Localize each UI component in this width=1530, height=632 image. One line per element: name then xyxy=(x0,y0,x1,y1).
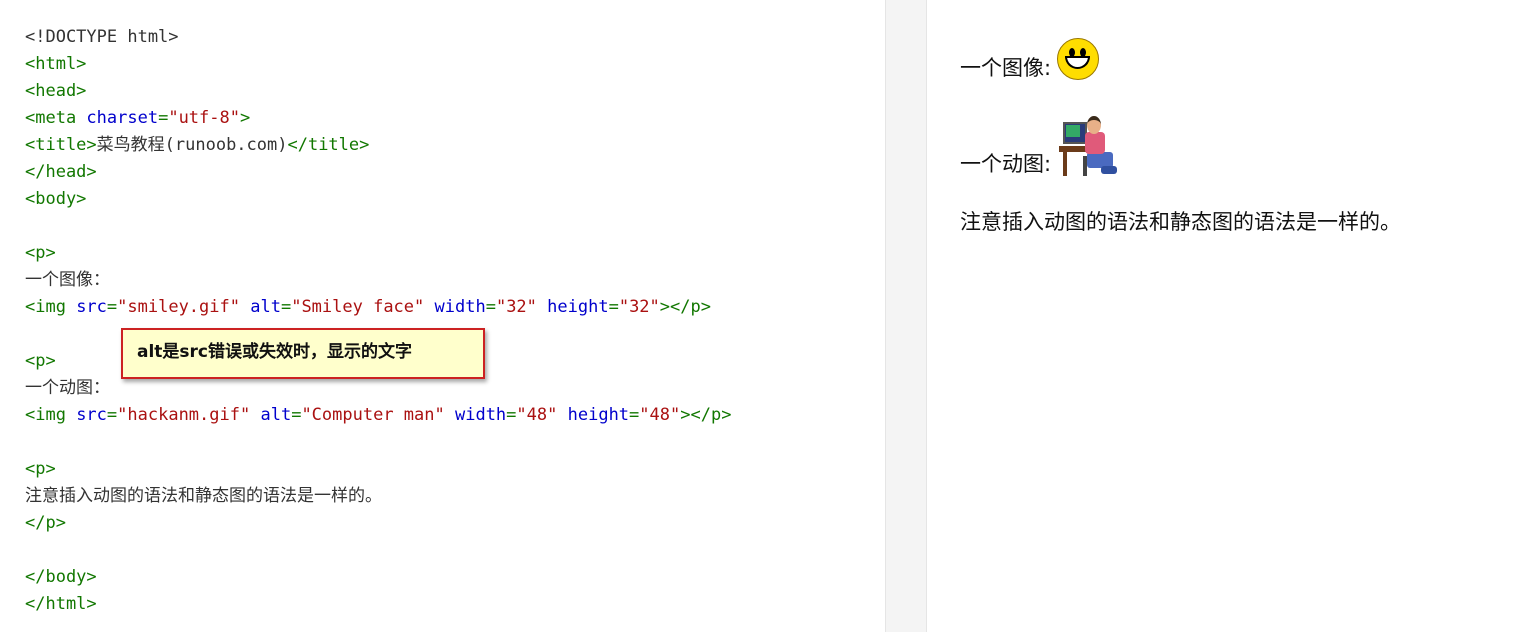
preview-animation-paragraph: 一个动图: xyxy=(960,112,1121,178)
code-token: = xyxy=(485,297,496,317)
preview-note-paragraph: 注意插入动图的语法和静态图的语法是一样的。 xyxy=(960,206,1401,236)
code-line: </body> xyxy=(25,564,97,591)
code-token: "32" xyxy=(618,297,660,317)
code-line: 一个动图： xyxy=(25,375,110,402)
code-token: </head> xyxy=(25,162,97,182)
code-line: <html> xyxy=(25,51,86,78)
code-token: alt xyxy=(250,297,281,317)
code-token: = xyxy=(158,108,169,128)
code-token: <head> xyxy=(25,81,87,101)
code-token: <meta xyxy=(25,108,87,128)
code-line: </p> xyxy=(25,510,66,537)
code-token: 菜鸟教程 xyxy=(96,135,165,155)
code-token: = xyxy=(106,297,118,317)
code-line: <p> xyxy=(25,348,56,375)
computer-man-icon xyxy=(1057,112,1121,178)
code-line: <body> xyxy=(25,186,86,213)
code-line: </html> xyxy=(25,591,97,618)
code-token: height xyxy=(567,405,630,425)
image-label: 一个图像: xyxy=(960,56,1052,80)
code-line: <title>菜鸟教程(runoob.com)</title> xyxy=(25,132,369,159)
code-token: <title> xyxy=(25,135,97,155)
code-token: "smiley.gif" xyxy=(117,297,240,317)
code-token: = xyxy=(106,405,118,425)
code-token: </title> xyxy=(287,135,370,155)
code-token: src xyxy=(76,297,107,317)
code-line: <!DOCTYPE html> xyxy=(25,24,179,51)
code-token: = xyxy=(608,297,619,317)
code-token: <p> xyxy=(25,243,56,263)
code-line: <head> xyxy=(25,78,86,105)
code-line: <img src="smiley.gif" alt="Smiley face" … xyxy=(25,294,711,321)
code-line: <p> xyxy=(25,240,56,267)
code-token: "32" xyxy=(495,297,537,317)
code-token: <body> xyxy=(25,189,87,209)
code-token: charset xyxy=(86,108,159,128)
code-token: "utf-8" xyxy=(168,108,240,128)
code-line: </head> xyxy=(25,159,97,186)
code-token: "hackanm.gif" xyxy=(117,405,251,425)
animation-label: 一个动图: xyxy=(960,152,1052,176)
smiley-face-icon xyxy=(1057,38,1100,80)
code-token: </p> xyxy=(25,513,66,533)
code-token: </html> xyxy=(25,594,97,614)
code-token: <img xyxy=(25,297,77,317)
code-token: = xyxy=(280,297,292,317)
code-token: ></p> xyxy=(659,297,711,317)
code-token: "48" xyxy=(516,405,558,425)
code-token: ></p> xyxy=(680,405,732,425)
preview-pane: 一个图像: 一个动图: 注意插入动图的语法和静态图的语法是一样的。 xyxy=(928,0,1530,632)
code-token: width xyxy=(434,297,486,317)
code-token: "Computer man" xyxy=(301,405,445,425)
code-token: height xyxy=(547,297,609,317)
code-line: <meta charset="utf-8"> xyxy=(25,105,250,132)
code-token: </body> xyxy=(25,567,97,587)
code-token: <p> xyxy=(25,351,56,371)
pane-divider[interactable] xyxy=(885,0,927,632)
code-line: 一个图像： xyxy=(25,267,110,294)
code-token: width xyxy=(454,405,507,425)
code-token: <p> xyxy=(25,459,56,479)
code-token: (runoob.com) xyxy=(164,135,288,155)
note-text: 注意插入动图的语法和静态图的语法是一样的。 xyxy=(960,210,1401,234)
code-token: <html> xyxy=(25,54,87,74)
code-token: 注意插入动图的语法和静态图的语法是一样的。 xyxy=(25,486,382,506)
preview-image-paragraph: 一个图像: xyxy=(960,38,1100,82)
code-line: <p> xyxy=(25,456,56,483)
code-token: = xyxy=(629,405,640,425)
code-token: src xyxy=(76,405,107,425)
code-token: 一个动图： xyxy=(25,378,110,398)
code-token: <!DOCTYPE html> xyxy=(25,27,179,47)
code-token: = xyxy=(506,405,517,425)
code-token: = xyxy=(291,405,302,425)
code-token: "48" xyxy=(639,405,681,425)
code-token: > xyxy=(239,108,251,128)
code-token: 一个图像： xyxy=(25,270,110,290)
code-token: "Smiley face" xyxy=(291,297,425,317)
code-token: <img xyxy=(25,405,77,425)
code-token: alt xyxy=(260,405,292,425)
code-line: <img src="hackanm.gif" alt="Computer man… xyxy=(25,402,731,429)
code-editor[interactable]: <!DOCTYPE html> <html> <head> <meta charset… xyxy=(0,0,885,632)
alt-tooltip: alt是src错误或失效时，显示的文字 xyxy=(121,328,485,379)
code-line: 注意插入动图的语法和静态图的语法是一样的。 xyxy=(25,483,382,510)
